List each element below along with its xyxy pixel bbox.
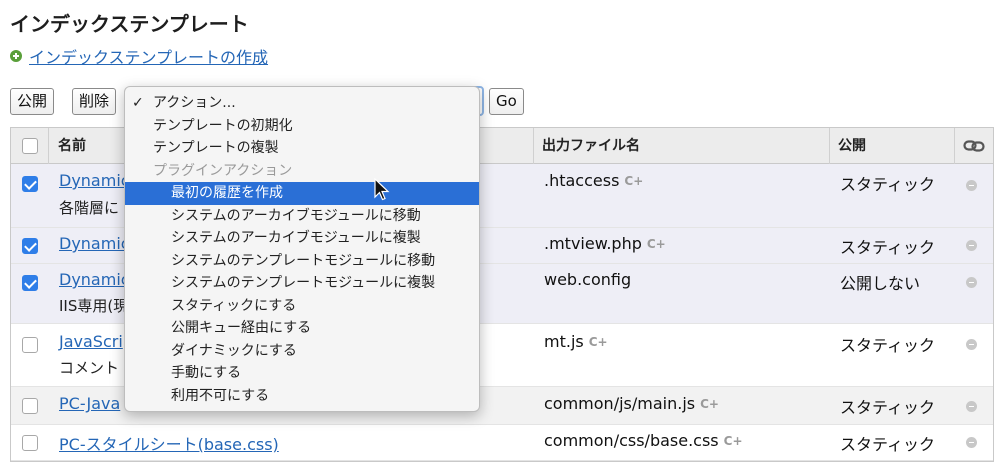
template-name-link[interactable]: Dynamic [59,270,130,289]
template-name-link[interactable]: PC-スタイルシート(base.css) [59,431,279,455]
output-filename: web.config [544,270,632,289]
header-publish[interactable]: 公開 [838,128,866,164]
publish-type: スタティック [840,175,936,194]
link-status-icon [966,180,977,191]
output-filename: common/css/base.css C+ [544,431,743,450]
row-checkbox[interactable] [22,435,38,451]
plus-circle-icon [10,50,22,62]
table-row[interactable]: PC-スタイルシート(base.css) common/css/base.css… [11,425,993,461]
template-name-link[interactable]: JavaScri [59,332,123,351]
link-status-icon [966,339,977,350]
template-description: コメント [59,359,120,377]
select-all-checkbox[interactable] [22,138,38,154]
link-status-icon [966,240,977,251]
menu-item-publish-queue[interactable]: 公開キュー経由にする [125,317,479,340]
menu-item-copy-to-archive-module[interactable]: システムのアーカイブモジュールに複製 [125,227,479,250]
link-status-icon [966,277,977,288]
menu-item-actions[interactable]: ✓ アクション... [125,92,479,115]
template-name-link[interactable]: Dynamic [59,171,130,190]
menu-item-make-static[interactable]: スタティックにする [125,295,479,318]
output-filename: .mtview.php C+ [544,234,666,253]
go-button[interactable]: Go [489,88,524,115]
refresh-icon[interactable]: C+ [589,335,608,349]
template-description: 各階層に [59,199,120,217]
mouse-cursor-icon [374,178,390,201]
menu-group-plugin-actions: プラグインアクション [153,162,293,179]
link-icon [963,140,985,152]
refresh-icon[interactable]: C+ [724,434,743,448]
row-checkbox[interactable] [22,176,38,192]
delete-button[interactable]: 削除 [72,88,117,115]
publish-type: スタティック [840,238,936,257]
publish-button[interactable]: 公開 [10,88,55,115]
menu-item-reset-template[interactable]: テンプレートの初期化 [125,115,479,138]
template-name-link[interactable]: Dynamic [59,234,130,253]
publish-type: 公開しない [840,274,921,293]
menu-item-create-first-revision[interactable]: 最初の履歴を作成 [125,182,479,205]
link-status-icon [966,401,977,412]
refresh-icon[interactable]: C+ [700,397,719,411]
refresh-icon[interactable]: C+ [624,174,643,188]
header-name[interactable]: 名前 [58,128,86,164]
template-description: IIS専用(現 [59,297,129,315]
page-title: インデックステンプレート [10,12,249,36]
create-template-link[interactable]: インデックステンプレートの作成 [10,44,268,68]
row-checkbox[interactable] [22,238,38,254]
menu-item-make-manual[interactable]: 手動にする [125,362,479,385]
output-filename: mt.js C+ [544,332,608,351]
publish-type: スタティック [840,398,936,417]
row-checkbox[interactable] [22,398,38,414]
template-name-link[interactable]: PC-Java [59,394,120,413]
row-checkbox[interactable] [22,337,38,353]
menu-item-make-dynamic[interactable]: ダイナミックにする [125,340,479,363]
refresh-icon[interactable]: C+ [647,237,666,251]
menu-item-duplicate-template[interactable]: テンプレートの複製 [125,137,479,160]
menu-item-move-to-archive-module[interactable]: システムのアーカイブモジュールに移動 [125,205,479,228]
output-filename: common/js/main.js C+ [544,394,719,413]
header-output[interactable]: 出力ファイル名 [542,128,640,164]
action-dropdown-menu[interactable]: ✓ アクション... テンプレートの初期化 テンプレートの複製 プラグインアクショ… [124,86,480,412]
row-checkbox[interactable] [22,275,38,291]
publish-type: スタティック [840,336,936,355]
menu-item-move-to-template-module[interactable]: システムのテンプレートモジュールに移動 [125,250,479,273]
publish-type: スタティック [840,435,936,454]
check-icon: ✓ [132,95,144,111]
menu-item-disable[interactable]: 利用不可にする [125,385,479,408]
menu-item-copy-to-template-module[interactable]: システムのテンプレートモジュールに複製 [125,272,479,295]
output-filename: .htaccess C+ [544,171,644,190]
link-status-icon [966,437,977,448]
create-template-link-text[interactable]: インデックステンプレートの作成 [29,44,268,68]
